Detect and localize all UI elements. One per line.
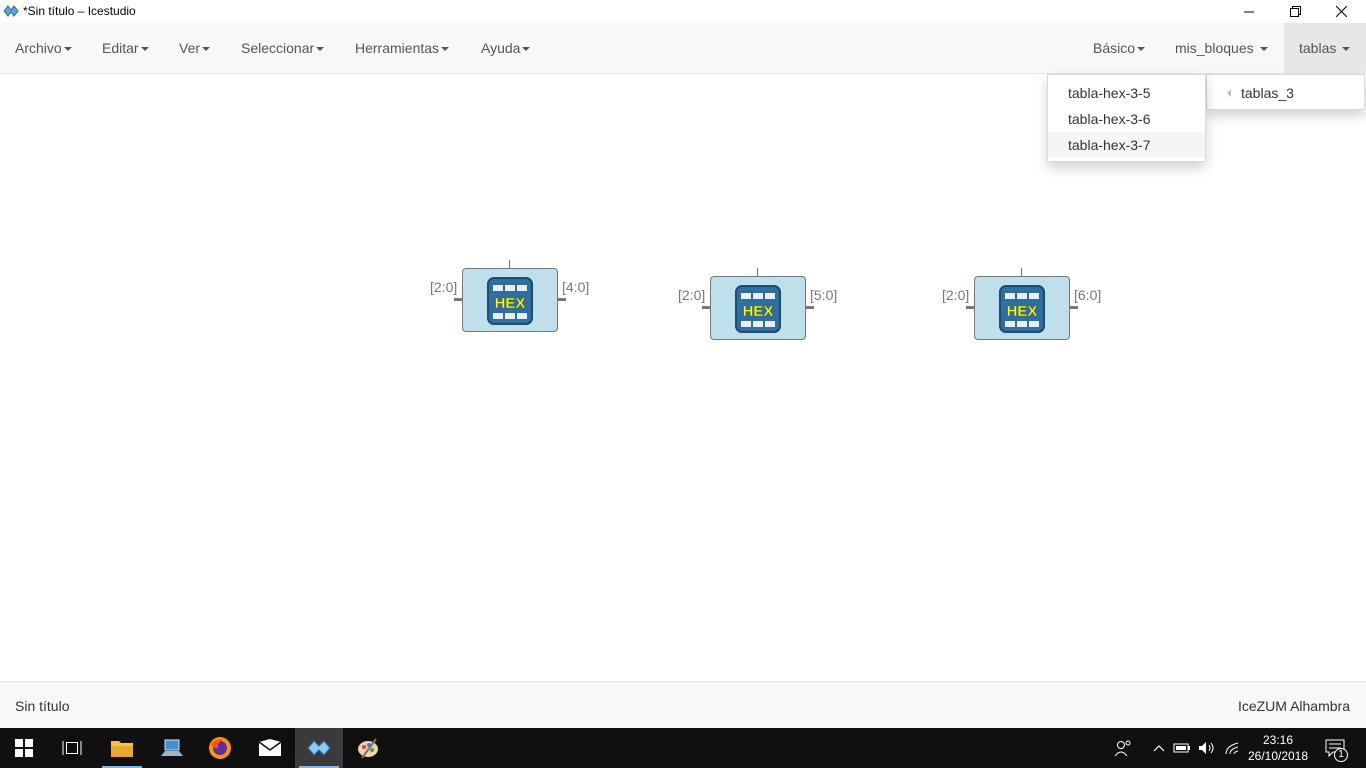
window-title: *Sin título – Icestudio: [23, 4, 136, 18]
hex-table-block-3[interactable]: HEX: [974, 276, 1070, 340]
window-title-bar: *Sin título – Icestudio: [0, 0, 1366, 23]
minimize-icon: [1244, 11, 1254, 12]
folder-icon: [111, 741, 133, 757]
close-icon: [1335, 6, 1347, 17]
block-3-top-port[interactable]: [1021, 268, 1022, 276]
design-canvas[interactable]: [0, 74, 1366, 681]
block-1-top-port[interactable]: [509, 260, 510, 268]
icestudio-icon: [307, 740, 331, 756]
menu-label: Ayuda: [481, 40, 521, 56]
project-filename: Sin título: [15, 698, 70, 714]
show-hidden-icons-chevron-icon[interactable]: [1149, 738, 1169, 758]
caret-down-icon: [1137, 47, 1146, 52]
block-2-output-label: [5:0]: [810, 287, 838, 303]
firefox-icon: [209, 737, 231, 759]
block-1-output-port[interactable]: [557, 298, 566, 301]
mail-icon: [258, 739, 282, 756]
windows-taskbar: 23:16 26/10/2018 1: [0, 728, 1366, 768]
menu-basico[interactable]: Básico: [1093, 23, 1146, 73]
block-1-input-label: [2:0]: [430, 279, 458, 295]
caret-down-icon: [522, 47, 531, 52]
people-icon[interactable]: [1113, 738, 1133, 758]
firefox-taskbar-button[interactable]: [196, 728, 244, 768]
minimize-button[interactable]: [1226, 0, 1272, 23]
block-3-output-label: [6:0]: [1074, 287, 1102, 303]
block-3-input-label: [2:0]: [942, 287, 970, 303]
start-button[interactable]: [0, 728, 48, 768]
menu-archivo[interactable]: Archivo: [15, 23, 72, 73]
menu-label: Seleccionar: [241, 40, 315, 56]
network-app-taskbar-button[interactable]: [148, 728, 196, 768]
clock-date: 26/10/2018: [1247, 749, 1309, 763]
paint-taskbar-button[interactable]: [344, 728, 392, 768]
clock-time: 23:16: [1262, 733, 1294, 747]
hex-table-icon: HEX: [999, 285, 1045, 333]
menu-ver[interactable]: Ver: [179, 23, 211, 73]
menu-bar: Archivo Editar Ver Seleccionar Herramien…: [0, 23, 1366, 74]
restore-icon: [1289, 6, 1301, 17]
hex-icon-text: HEX: [1007, 303, 1038, 320]
restore-button[interactable]: [1272, 0, 1318, 23]
mail-taskbar-button[interactable]: [246, 728, 294, 768]
caret-down-icon: [441, 47, 450, 52]
menu-label: tablas: [1299, 40, 1337, 56]
caret-down-icon: [202, 47, 211, 52]
menu-tablas[interactable]: tablas: [1284, 23, 1366, 73]
selected-board[interactable]: IceZUM Alhambra: [1238, 698, 1350, 714]
block-2-input-label: [2:0]: [678, 287, 706, 303]
close-button[interactable]: [1318, 0, 1364, 23]
block-2-output-port[interactable]: [805, 306, 814, 309]
menu-label: Editar: [102, 40, 139, 56]
hex-table-icon: HEX: [487, 277, 533, 325]
caret-down-icon: [63, 47, 72, 52]
battery-icon[interactable]: [1172, 738, 1192, 758]
task-view-button[interactable]: [48, 728, 96, 768]
block-3-output-port[interactable]: [1069, 306, 1078, 309]
menu-label: Archivo: [15, 40, 62, 56]
status-footer: Sin título IceZUM Alhambra: [0, 681, 1366, 728]
caret-down-icon: [1259, 47, 1268, 52]
taskbar-clock[interactable]: 23:16 26/10/2018: [1236, 732, 1320, 764]
block-1-output-label: [4:0]: [562, 279, 590, 295]
task-view-icon: [62, 741, 82, 755]
file-explorer-taskbar-button[interactable]: [98, 728, 146, 768]
block-2-top-port[interactable]: [757, 268, 758, 276]
icestudio-app-icon: [3, 5, 19, 17]
caret-down-icon: [316, 47, 325, 52]
caret-down-icon: [1342, 47, 1351, 52]
hex-icon-text: HEX: [743, 303, 774, 320]
icestudio-taskbar-button[interactable]: [295, 728, 343, 768]
hex-table-block-2[interactable]: HEX: [710, 276, 806, 340]
hex-table-block-1[interactable]: HEX: [462, 268, 558, 332]
hex-icon-text: HEX: [495, 295, 526, 312]
menu-label: Herramientas: [355, 40, 440, 56]
computer-icon: [161, 739, 183, 756]
menu-label: Básico: [1093, 40, 1136, 56]
menu-herramientas[interactable]: Herramientas: [355, 23, 450, 73]
notification-count-badge: 1: [1334, 748, 1348, 762]
menu-label: mis_bloques: [1175, 40, 1254, 56]
palette-icon: [358, 738, 378, 759]
windows-logo-icon: [15, 739, 33, 757]
menu-mis-bloques[interactable]: mis_bloques: [1175, 23, 1268, 73]
volume-icon[interactable]: [1197, 738, 1217, 758]
menu-label: Ver: [179, 40, 201, 56]
menu-editar[interactable]: Editar: [102, 23, 149, 73]
hex-table-icon: HEX: [735, 285, 781, 333]
menu-ayuda[interactable]: Ayuda: [481, 23, 531, 73]
menu-seleccionar[interactable]: Seleccionar: [241, 23, 325, 73]
caret-down-icon: [140, 47, 149, 52]
